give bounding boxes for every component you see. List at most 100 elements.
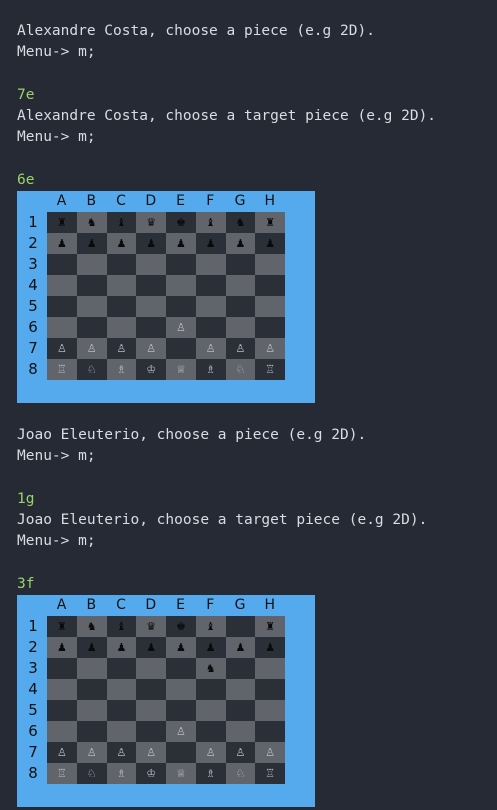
board-square xyxy=(166,700,196,721)
board-square xyxy=(136,700,166,721)
white-piece-icon: ♘ xyxy=(86,363,97,376)
board-square: ♙ xyxy=(225,742,256,763)
row-label: 6 xyxy=(28,722,38,740)
column-label: E xyxy=(176,193,185,209)
board-square xyxy=(106,254,137,275)
board-square: ♗ xyxy=(106,763,137,784)
prompt-line: Joao Eleuterio, choose a piece (e.g 2D). xyxy=(17,427,367,443)
board-square: ♟ xyxy=(47,637,77,658)
board-square: ♚ xyxy=(166,212,196,233)
board-square xyxy=(76,658,107,679)
board-square xyxy=(47,317,77,338)
board-square: ♖ xyxy=(47,359,77,380)
board-square: ♟ xyxy=(195,233,226,254)
chess-board: A B C D E F G H 1 2 3 4 5 6 7 8 ♜ ♞ ♝ ♛ ♚ ♝ ♞ ♜ ♟ ♟ ♟ ♟ ♟ ♟ ♟ ♟ ♙ ♙ ♙ ♙ ♙ ♙ ♙ ♙… xyxy=(17,191,315,403)
white-piece-icon: ♘ xyxy=(86,767,97,780)
board-square xyxy=(166,679,196,700)
white-piece-icon: ♕ xyxy=(175,363,186,376)
board-square: ♟ xyxy=(76,233,107,254)
black-piece-icon: ♛ xyxy=(146,620,157,633)
board-square: ♙ xyxy=(76,338,107,359)
board-square: ♘ xyxy=(225,359,256,380)
board-square: ♖ xyxy=(47,763,77,784)
user-input-line: 3f xyxy=(17,576,35,592)
row-label: 1 xyxy=(28,213,38,231)
board-square: ♜ xyxy=(47,616,77,637)
board-square: ♟ xyxy=(166,637,196,658)
board-square xyxy=(76,317,107,338)
board-square xyxy=(255,254,285,275)
black-piece-icon: ♝ xyxy=(205,620,216,633)
board-square xyxy=(195,275,226,296)
board-square xyxy=(76,679,107,700)
user-input-line: 7e xyxy=(17,87,35,103)
board-square xyxy=(166,254,196,275)
menu-line: Menu-> m; xyxy=(17,44,96,60)
black-piece-icon: ♝ xyxy=(116,620,127,633)
board-square xyxy=(195,700,226,721)
row-label: 8 xyxy=(28,360,38,378)
board-square xyxy=(195,296,226,317)
board-square: ♙ xyxy=(76,742,107,763)
white-piece-icon: ♙ xyxy=(56,342,67,355)
board-square: ♝ xyxy=(195,212,226,233)
board-square xyxy=(106,679,137,700)
board-square: ♛ xyxy=(136,616,166,637)
white-piece-icon: ♙ xyxy=(175,725,186,738)
column-label: A xyxy=(56,193,67,209)
row-label: 6 xyxy=(28,318,38,336)
black-piece-icon: ♟ xyxy=(205,641,216,654)
black-piece-icon: ♞ xyxy=(235,216,246,229)
black-piece-icon: ♟ xyxy=(205,237,216,250)
board-square xyxy=(76,254,107,275)
white-piece-icon: ♙ xyxy=(146,342,157,355)
board-square xyxy=(255,700,285,721)
black-piece-icon: ♟ xyxy=(116,641,127,654)
prompt-line: Alexandre Costa, choose a piece (e.g 2D)… xyxy=(17,23,375,39)
board-square xyxy=(47,679,77,700)
board-square xyxy=(136,317,166,338)
white-piece-icon: ♖ xyxy=(265,363,276,376)
menu-line: Menu-> m; xyxy=(17,448,96,464)
board-square: ♙ xyxy=(106,742,137,763)
white-piece-icon: ♙ xyxy=(116,342,127,355)
black-piece-icon: ♜ xyxy=(56,216,67,229)
white-piece-icon: ♙ xyxy=(86,746,97,759)
board-square xyxy=(106,275,137,296)
row-label: 3 xyxy=(28,659,38,677)
white-piece-icon: ♙ xyxy=(175,321,186,334)
black-piece-icon: ♞ xyxy=(205,662,216,675)
board-square: ♔ xyxy=(136,763,166,784)
board-square: ♟ xyxy=(136,233,166,254)
board-square xyxy=(225,317,256,338)
white-piece-icon: ♙ xyxy=(205,342,216,355)
board-square xyxy=(166,275,196,296)
board-square: ♞ xyxy=(225,212,256,233)
board-square: ♟ xyxy=(106,233,137,254)
white-piece-icon: ♗ xyxy=(205,363,216,376)
board-square: ♙ xyxy=(225,338,256,359)
board-square: ♜ xyxy=(47,212,77,233)
black-piece-icon: ♟ xyxy=(235,237,246,250)
board-square: ♚ xyxy=(166,616,196,637)
board-square xyxy=(255,296,285,317)
white-piece-icon: ♙ xyxy=(235,746,246,759)
white-piece-icon: ♙ xyxy=(86,342,97,355)
board-square: ♘ xyxy=(225,763,256,784)
black-piece-icon: ♟ xyxy=(265,237,276,250)
board-square xyxy=(76,296,107,317)
board-square xyxy=(76,275,107,296)
black-piece-icon: ♟ xyxy=(175,641,186,654)
white-piece-icon: ♙ xyxy=(235,342,246,355)
board-square xyxy=(47,254,77,275)
board-square: ♙ xyxy=(47,742,77,763)
board-square xyxy=(136,275,166,296)
chess-board: A B C D E F G H 1 2 3 4 5 6 7 8 ♜ ♞ ♝ ♛ ♚ ♝ ♜ ♟ ♟ ♟ ♟ ♟ ♟ ♟ ♟ ♞ ♙ ♙ ♙ ♙ ♙ ♙ ♙ ♙… xyxy=(17,595,315,807)
board-grid: ♜ ♞ ♝ ♛ ♚ ♝ ♞ ♜ ♟ ♟ ♟ ♟ ♟ ♟ ♟ ♟ ♙ ♙ ♙ ♙ ♙ ♙ ♙ ♙ ♖ ♘ ♗ ♔ ♕ ♗ ♘ ♖ xyxy=(47,212,285,380)
column-label: C xyxy=(116,597,126,613)
column-label: D xyxy=(145,193,157,209)
board-square: ♜ xyxy=(255,616,285,637)
column-label: D xyxy=(145,597,157,613)
black-piece-icon: ♛ xyxy=(146,216,157,229)
board-square: ♙ xyxy=(195,338,226,359)
